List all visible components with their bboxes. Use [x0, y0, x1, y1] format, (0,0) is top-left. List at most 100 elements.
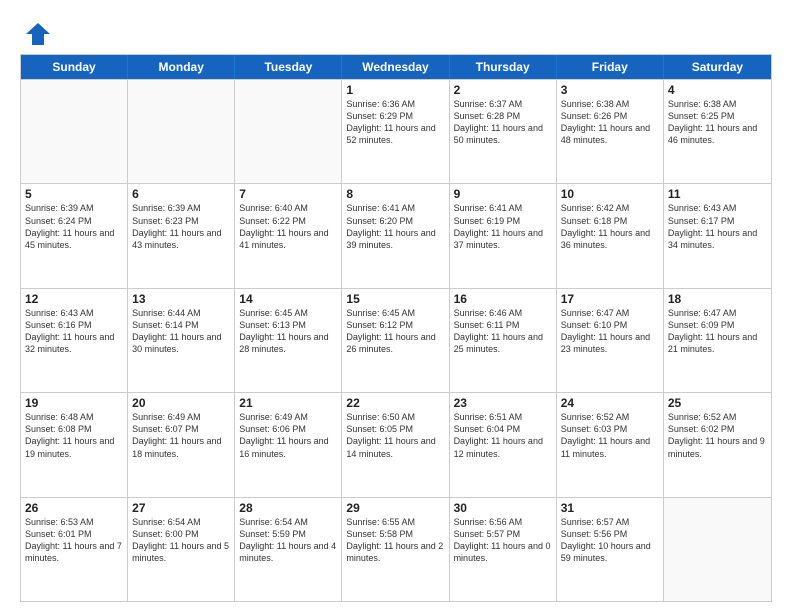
- day-number: 9: [454, 187, 552, 201]
- day-number: 4: [668, 83, 767, 97]
- day-info: Sunrise: 6:46 AM Sunset: 6:11 PM Dayligh…: [454, 307, 552, 356]
- calendar-cell: 10Sunrise: 6:42 AM Sunset: 6:18 PM Dayli…: [557, 184, 664, 287]
- calendar-cell: 2Sunrise: 6:37 AM Sunset: 6:28 PM Daylig…: [450, 80, 557, 183]
- day-number: 28: [239, 501, 337, 515]
- day-info: Sunrise: 6:45 AM Sunset: 6:13 PM Dayligh…: [239, 307, 337, 356]
- day-info: Sunrise: 6:57 AM Sunset: 5:56 PM Dayligh…: [561, 516, 659, 565]
- day-info: Sunrise: 6:49 AM Sunset: 6:06 PM Dayligh…: [239, 411, 337, 460]
- day-info: Sunrise: 6:47 AM Sunset: 6:09 PM Dayligh…: [668, 307, 767, 356]
- day-number: 23: [454, 396, 552, 410]
- day-number: 7: [239, 187, 337, 201]
- day-number: 31: [561, 501, 659, 515]
- day-number: 22: [346, 396, 444, 410]
- calendar-cell: 8Sunrise: 6:41 AM Sunset: 6:20 PM Daylig…: [342, 184, 449, 287]
- calendar-row-1: 5Sunrise: 6:39 AM Sunset: 6:24 PM Daylig…: [21, 183, 771, 287]
- calendar-cell: 14Sunrise: 6:45 AM Sunset: 6:13 PM Dayli…: [235, 289, 342, 392]
- weekday-header-thursday: Thursday: [450, 55, 557, 79]
- calendar-cell: 15Sunrise: 6:45 AM Sunset: 6:12 PM Dayli…: [342, 289, 449, 392]
- calendar-cell: 18Sunrise: 6:47 AM Sunset: 6:09 PM Dayli…: [664, 289, 771, 392]
- calendar-cell: [235, 80, 342, 183]
- calendar-cell: 12Sunrise: 6:43 AM Sunset: 6:16 PM Dayli…: [21, 289, 128, 392]
- day-info: Sunrise: 6:41 AM Sunset: 6:20 PM Dayligh…: [346, 202, 444, 251]
- calendar-cell: 25Sunrise: 6:52 AM Sunset: 6:02 PM Dayli…: [664, 393, 771, 496]
- day-info: Sunrise: 6:39 AM Sunset: 6:23 PM Dayligh…: [132, 202, 230, 251]
- calendar-cell: 5Sunrise: 6:39 AM Sunset: 6:24 PM Daylig…: [21, 184, 128, 287]
- calendar: SundayMondayTuesdayWednesdayThursdayFrid…: [20, 54, 772, 602]
- calendar-cell: [21, 80, 128, 183]
- page: SundayMondayTuesdayWednesdayThursdayFrid…: [0, 0, 792, 612]
- header: [20, 16, 772, 46]
- day-info: Sunrise: 6:40 AM Sunset: 6:22 PM Dayligh…: [239, 202, 337, 251]
- day-number: 8: [346, 187, 444, 201]
- day-info: Sunrise: 6:41 AM Sunset: 6:19 PM Dayligh…: [454, 202, 552, 251]
- calendar-cell: [664, 498, 771, 601]
- day-info: Sunrise: 6:38 AM Sunset: 6:25 PM Dayligh…: [668, 98, 767, 147]
- day-info: Sunrise: 6:54 AM Sunset: 5:59 PM Dayligh…: [239, 516, 337, 565]
- day-info: Sunrise: 6:42 AM Sunset: 6:18 PM Dayligh…: [561, 202, 659, 251]
- logo-icon: [24, 20, 52, 48]
- calendar-cell: 11Sunrise: 6:43 AM Sunset: 6:17 PM Dayli…: [664, 184, 771, 287]
- day-info: Sunrise: 6:49 AM Sunset: 6:07 PM Dayligh…: [132, 411, 230, 460]
- calendar-cell: 28Sunrise: 6:54 AM Sunset: 5:59 PM Dayli…: [235, 498, 342, 601]
- day-info: Sunrise: 6:51 AM Sunset: 6:04 PM Dayligh…: [454, 411, 552, 460]
- calendar-cell: 22Sunrise: 6:50 AM Sunset: 6:05 PM Dayli…: [342, 393, 449, 496]
- day-number: 3: [561, 83, 659, 97]
- day-info: Sunrise: 6:56 AM Sunset: 5:57 PM Dayligh…: [454, 516, 552, 565]
- day-number: 10: [561, 187, 659, 201]
- calendar-row-0: 1Sunrise: 6:36 AM Sunset: 6:29 PM Daylig…: [21, 79, 771, 183]
- day-number: 30: [454, 501, 552, 515]
- day-number: 19: [25, 396, 123, 410]
- calendar-cell: 16Sunrise: 6:46 AM Sunset: 6:11 PM Dayli…: [450, 289, 557, 392]
- weekday-header-sunday: Sunday: [21, 55, 128, 79]
- calendar-cell: 27Sunrise: 6:54 AM Sunset: 6:00 PM Dayli…: [128, 498, 235, 601]
- calendar-row-2: 12Sunrise: 6:43 AM Sunset: 6:16 PM Dayli…: [21, 288, 771, 392]
- day-number: 18: [668, 292, 767, 306]
- day-info: Sunrise: 6:38 AM Sunset: 6:26 PM Dayligh…: [561, 98, 659, 147]
- day-info: Sunrise: 6:48 AM Sunset: 6:08 PM Dayligh…: [25, 411, 123, 460]
- calendar-cell: 9Sunrise: 6:41 AM Sunset: 6:19 PM Daylig…: [450, 184, 557, 287]
- weekday-header-monday: Monday: [128, 55, 235, 79]
- day-info: Sunrise: 6:43 AM Sunset: 6:16 PM Dayligh…: [25, 307, 123, 356]
- calendar-cell: 6Sunrise: 6:39 AM Sunset: 6:23 PM Daylig…: [128, 184, 235, 287]
- day-info: Sunrise: 6:50 AM Sunset: 6:05 PM Dayligh…: [346, 411, 444, 460]
- day-info: Sunrise: 6:44 AM Sunset: 6:14 PM Dayligh…: [132, 307, 230, 356]
- calendar-cell: 3Sunrise: 6:38 AM Sunset: 6:26 PM Daylig…: [557, 80, 664, 183]
- calendar-cell: 19Sunrise: 6:48 AM Sunset: 6:08 PM Dayli…: [21, 393, 128, 496]
- calendar-row-3: 19Sunrise: 6:48 AM Sunset: 6:08 PM Dayli…: [21, 392, 771, 496]
- calendar-cell: 20Sunrise: 6:49 AM Sunset: 6:07 PM Dayli…: [128, 393, 235, 496]
- calendar-header: SundayMondayTuesdayWednesdayThursdayFrid…: [21, 55, 771, 79]
- day-number: 11: [668, 187, 767, 201]
- day-number: 14: [239, 292, 337, 306]
- calendar-cell: 1Sunrise: 6:36 AM Sunset: 6:29 PM Daylig…: [342, 80, 449, 183]
- calendar-body: 1Sunrise: 6:36 AM Sunset: 6:29 PM Daylig…: [21, 79, 771, 601]
- day-info: Sunrise: 6:36 AM Sunset: 6:29 PM Dayligh…: [346, 98, 444, 147]
- day-number: 21: [239, 396, 337, 410]
- day-info: Sunrise: 6:54 AM Sunset: 6:00 PM Dayligh…: [132, 516, 230, 565]
- calendar-cell: 7Sunrise: 6:40 AM Sunset: 6:22 PM Daylig…: [235, 184, 342, 287]
- calendar-cell: 13Sunrise: 6:44 AM Sunset: 6:14 PM Dayli…: [128, 289, 235, 392]
- calendar-cell: 21Sunrise: 6:49 AM Sunset: 6:06 PM Dayli…: [235, 393, 342, 496]
- calendar-cell: 4Sunrise: 6:38 AM Sunset: 6:25 PM Daylig…: [664, 80, 771, 183]
- day-number: 2: [454, 83, 552, 97]
- day-number: 16: [454, 292, 552, 306]
- calendar-cell: 31Sunrise: 6:57 AM Sunset: 5:56 PM Dayli…: [557, 498, 664, 601]
- calendar-cell: 26Sunrise: 6:53 AM Sunset: 6:01 PM Dayli…: [21, 498, 128, 601]
- logo: [20, 20, 52, 46]
- day-number: 6: [132, 187, 230, 201]
- day-number: 13: [132, 292, 230, 306]
- weekday-header-tuesday: Tuesday: [235, 55, 342, 79]
- day-number: 27: [132, 501, 230, 515]
- day-info: Sunrise: 6:37 AM Sunset: 6:28 PM Dayligh…: [454, 98, 552, 147]
- calendar-cell: 29Sunrise: 6:55 AM Sunset: 5:58 PM Dayli…: [342, 498, 449, 601]
- day-number: 5: [25, 187, 123, 201]
- day-info: Sunrise: 6:45 AM Sunset: 6:12 PM Dayligh…: [346, 307, 444, 356]
- calendar-cell: [128, 80, 235, 183]
- day-info: Sunrise: 6:39 AM Sunset: 6:24 PM Dayligh…: [25, 202, 123, 251]
- calendar-cell: 30Sunrise: 6:56 AM Sunset: 5:57 PM Dayli…: [450, 498, 557, 601]
- calendar-cell: 23Sunrise: 6:51 AM Sunset: 6:04 PM Dayli…: [450, 393, 557, 496]
- calendar-row-4: 26Sunrise: 6:53 AM Sunset: 6:01 PM Dayli…: [21, 497, 771, 601]
- weekday-header-saturday: Saturday: [664, 55, 771, 79]
- day-number: 17: [561, 292, 659, 306]
- day-number: 26: [25, 501, 123, 515]
- day-info: Sunrise: 6:47 AM Sunset: 6:10 PM Dayligh…: [561, 307, 659, 356]
